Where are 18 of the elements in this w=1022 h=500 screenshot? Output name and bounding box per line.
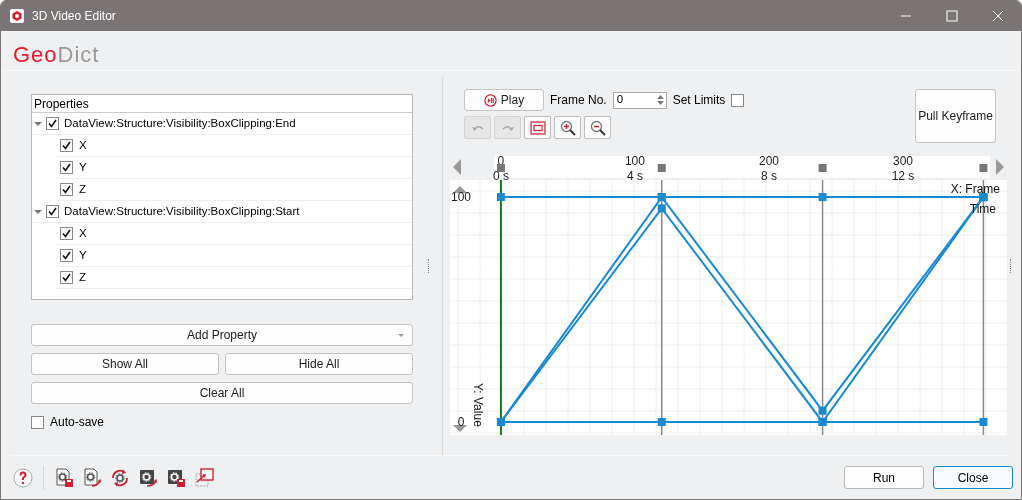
y-tick-label: 0: [457, 414, 465, 429]
window-title: 3D Video Editor: [32, 8, 116, 25]
time-tick-label: 8 s: [760, 169, 777, 183]
frame-tick-label: 300: [893, 154, 913, 168]
time-tick-label: 12 s: [891, 169, 915, 183]
auto-save-label: Auto-save: [50, 414, 105, 431]
y-tick-label: 100: [451, 190, 471, 205]
logo-geo: Geo: [13, 44, 58, 66]
set-limits-label: Set Limits: [672, 92, 726, 109]
time-tick-label: 0 s: [492, 169, 509, 183]
time-tick-label: 4 s: [626, 169, 643, 183]
frame-tick-label: 200: [758, 154, 779, 168]
y-axis-label: Y: Value: [471, 383, 485, 427]
logo-dict: Dict: [57, 44, 100, 66]
tree-header: Properties: [32, 95, 412, 113]
x-axis-label: X: Frame: [950, 182, 1000, 196]
frame-tick-label: 100: [624, 154, 645, 168]
frame-no-label: Frame No.: [550, 92, 607, 109]
